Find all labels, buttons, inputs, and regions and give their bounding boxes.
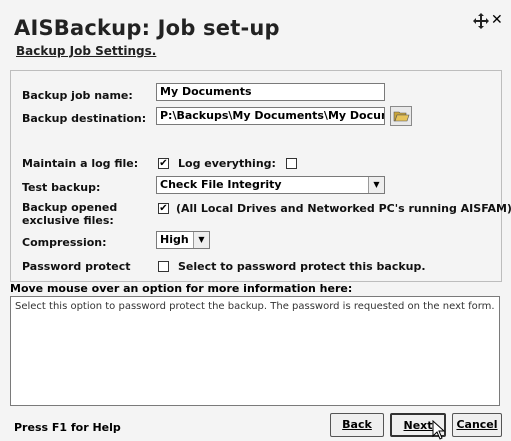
next-button-label: Next (403, 419, 433, 432)
browse-button[interactable] (390, 106, 412, 126)
window-subtitle: Backup Job Settings. (16, 44, 157, 58)
close-icon[interactable]: ✕ (491, 12, 503, 28)
compression-select[interactable]: High ▼ (156, 231, 210, 249)
cancel-button-label: Cancel (456, 418, 498, 431)
compression-value: High (160, 233, 189, 246)
password-text: Select to password protect this backup. (178, 260, 426, 273)
help-textbox: Select this option to password protect t… (10, 296, 500, 406)
log-everything-checkbox[interactable] (286, 158, 297, 169)
job-name-input[interactable]: My Documents (156, 83, 385, 101)
back-button-label: Back (342, 418, 372, 431)
destination-label: Backup destination: (22, 112, 147, 125)
back-button[interactable]: Back (330, 413, 384, 437)
log-label: Maintain a log file: (22, 157, 139, 170)
folder-open-icon (393, 111, 410, 122)
help-heading: Move mouse over an option for more infor… (10, 282, 353, 295)
chevron-down-icon[interactable]: ▼ (193, 232, 209, 248)
cancel-button[interactable]: Cancel (452, 413, 502, 437)
test-backup-select[interactable]: Check File Integrity ▼ (156, 176, 385, 194)
compression-label: Compression: (22, 236, 107, 249)
exclusive-text: (All Local Drives and Networked PC's run… (176, 202, 511, 215)
job-setup-window: AISBackup: Job set-up Backup Job Setting… (0, 0, 511, 441)
f1-help-hint: Press F1 for Help (14, 421, 121, 434)
move-icon[interactable] (472, 12, 490, 30)
test-backup-value: Check File Integrity (160, 178, 282, 191)
password-label: Password protect (22, 260, 131, 273)
exclusive-label-line1: Backup opened (22, 201, 118, 214)
log-checkbox[interactable]: ✔ (158, 158, 169, 169)
window-title: AISBackup: Job set-up (14, 16, 280, 40)
test-backup-label: Test backup: (22, 181, 101, 194)
destination-input[interactable]: P:\Backups\My Documents\My Docume (156, 107, 385, 125)
help-text: Select this option to password protect t… (15, 301, 495, 312)
mouse-cursor-icon (432, 420, 446, 440)
password-checkbox[interactable] (158, 261, 169, 272)
log-everything-label: Log everything: (178, 157, 276, 170)
exclusive-label-line2: exclusive files: (22, 214, 114, 227)
job-name-label: Backup job name: (22, 89, 133, 102)
chevron-down-icon[interactable]: ▼ (368, 177, 384, 193)
exclusive-checkbox[interactable]: ✔ (158, 203, 169, 214)
